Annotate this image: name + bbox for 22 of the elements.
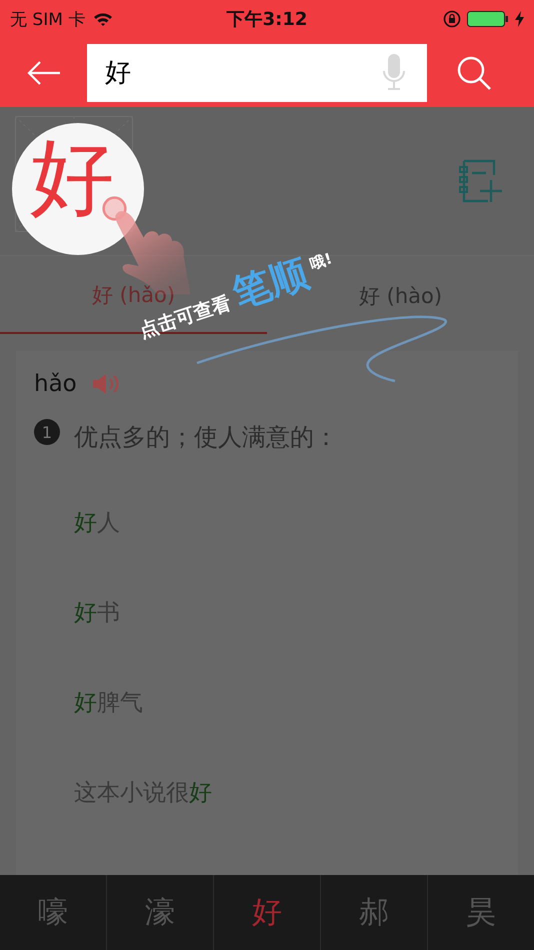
notebook-add-icon[interactable]	[456, 159, 504, 203]
wifi-icon	[93, 12, 114, 26]
back-arrow-icon[interactable]	[26, 60, 62, 86]
definition-text: 优点多的；使人满意的：	[74, 422, 338, 453]
reading-tab[interactable]: 好 (hǎo)	[92, 281, 176, 309]
search-icon[interactable]	[456, 54, 492, 90]
number-marker: 1	[34, 419, 60, 445]
speaker-icon[interactable]	[90, 372, 121, 396]
status-time: 下午3:12	[226, 8, 308, 31]
character-tab[interactable]: 昊	[427, 875, 534, 950]
charging-icon	[515, 11, 524, 27]
character-tab[interactable]: 嚎	[0, 875, 106, 950]
rotation-lock-icon	[443, 10, 461, 28]
character-tab[interactable]: 濠	[106, 875, 213, 950]
pinyin-text: hǎo	[34, 371, 77, 397]
character-tab[interactable]: 郝	[320, 875, 427, 950]
battery-icon	[467, 10, 509, 28]
character-glyph: 好	[30, 135, 114, 219]
microphone-icon[interactable]	[381, 54, 407, 92]
character-tab[interactable]: 好	[213, 875, 320, 950]
search-field[interactable]: 好	[87, 44, 427, 102]
carrier-label: 无 SIM 卡	[10, 8, 86, 30]
